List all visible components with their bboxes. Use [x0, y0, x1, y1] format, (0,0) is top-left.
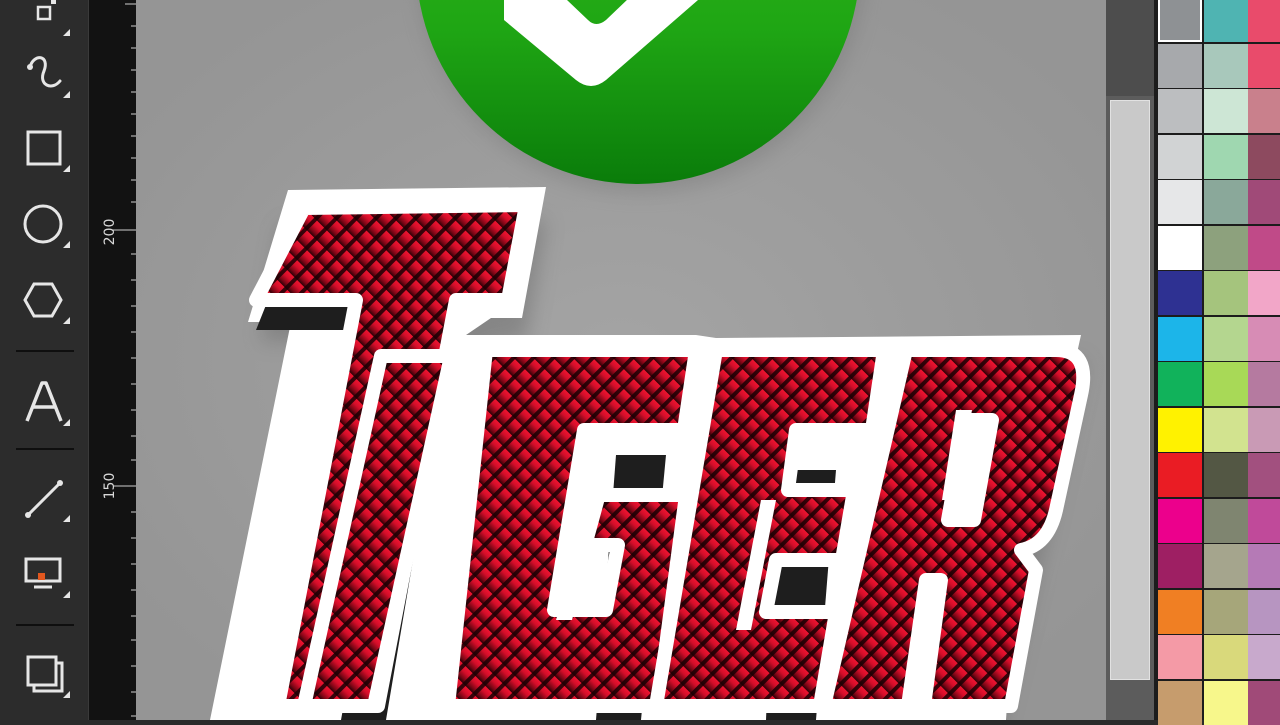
- color-swatch[interactable]: [1248, 453, 1280, 497]
- color-swatch[interactable]: [1248, 362, 1280, 406]
- shape-edit-tool[interactable]: [14, 0, 76, 42]
- vertical-scrollbar[interactable]: [1106, 0, 1154, 720]
- color-swatch[interactable]: [1204, 635, 1248, 679]
- drawing-canvas[interactable]: [136, 0, 1106, 720]
- color-swatch[interactable]: [1158, 89, 1202, 133]
- color-swatch[interactable]: [1204, 134, 1248, 179]
- toolbox-divider: [16, 448, 74, 450]
- color-swatch[interactable]: [1204, 407, 1248, 452]
- flyout-indicator: [63, 317, 70, 324]
- polygon-tool[interactable]: [14, 270, 76, 330]
- ellipse-tool[interactable]: [14, 194, 76, 254]
- flyout-indicator: [63, 419, 70, 426]
- color-swatch[interactable]: [1158, 544, 1202, 588]
- freehand-tool[interactable]: [14, 44, 76, 104]
- color-swatch[interactable]: [1204, 589, 1248, 634]
- color-swatch[interactable]: [1204, 544, 1248, 588]
- color-swatch[interactable]: [1204, 43, 1248, 88]
- color-swatch[interactable]: [1204, 0, 1248, 42]
- flyout-indicator: [63, 91, 70, 98]
- toolbox: [0, 0, 88, 720]
- vertical-ruler[interactable]: [88, 0, 137, 720]
- color-swatch[interactable]: [1204, 680, 1248, 725]
- color-swatch[interactable]: [1158, 180, 1202, 224]
- color-swatch[interactable]: [1204, 362, 1248, 406]
- color-swatch[interactable]: [1248, 0, 1280, 42]
- flyout-indicator: [63, 165, 70, 172]
- color-swatch[interactable]: [1248, 589, 1280, 634]
- color-swatch[interactable]: [1248, 134, 1280, 179]
- toolbox-divider: [16, 350, 74, 352]
- color-swatch[interactable]: [1248, 407, 1280, 452]
- color-swatch[interactable]: [1204, 225, 1248, 270]
- color-swatch[interactable]: [1204, 498, 1248, 543]
- flyout-indicator: [63, 691, 70, 698]
- color-swatch[interactable]: [1248, 635, 1280, 679]
- transparency-tool[interactable]: [14, 644, 76, 704]
- scrollbar-thumb[interactable]: [1110, 100, 1150, 680]
- color-swatch[interactable]: [1204, 271, 1248, 315]
- color-swatch[interactable]: [1158, 498, 1202, 543]
- color-palette: [1154, 0, 1280, 725]
- color-swatch[interactable]: [1158, 316, 1202, 361]
- text-tool[interactable]: [14, 372, 76, 432]
- flyout-indicator: [63, 29, 70, 36]
- color-swatch[interactable]: [1158, 43, 1202, 88]
- color-swatch[interactable]: [1204, 180, 1248, 224]
- flyout-indicator: [63, 241, 70, 248]
- color-swatch[interactable]: [1158, 453, 1202, 497]
- color-swatch[interactable]: [1158, 0, 1202, 42]
- color-swatch[interactable]: [1204, 316, 1248, 361]
- color-swatch[interactable]: [1248, 680, 1280, 725]
- rectangle-tool[interactable]: [14, 118, 76, 178]
- color-swatch[interactable]: [1248, 544, 1280, 588]
- color-swatch[interactable]: [1158, 271, 1202, 315]
- ruler-label-200: 200: [102, 218, 118, 246]
- flyout-indicator: [63, 515, 70, 522]
- flyout-indicator: [63, 591, 70, 598]
- color-swatch[interactable]: [1248, 498, 1280, 543]
- ruler-label-150: 150: [102, 472, 118, 500]
- toolbox-divider: [16, 624, 74, 626]
- color-swatch[interactable]: [1248, 43, 1280, 88]
- color-swatch[interactable]: [1248, 180, 1280, 224]
- color-swatch[interactable]: [1248, 316, 1280, 361]
- color-swatch[interactable]: [1158, 362, 1202, 406]
- color-swatch[interactable]: [1158, 589, 1202, 634]
- color-swatch[interactable]: [1248, 271, 1280, 315]
- interactive-fill-tool[interactable]: [14, 544, 76, 604]
- scrollbar-track-upper[interactable]: [1106, 0, 1154, 96]
- color-swatch[interactable]: [1204, 89, 1248, 133]
- color-swatch[interactable]: [1158, 680, 1202, 725]
- color-swatch[interactable]: [1204, 453, 1248, 497]
- color-swatch[interactable]: [1248, 89, 1280, 133]
- artwork: [136, 0, 1106, 720]
- color-swatch[interactable]: [1158, 225, 1202, 270]
- color-swatch[interactable]: [1248, 225, 1280, 270]
- color-swatch[interactable]: [1158, 407, 1202, 452]
- ruler-ticks: [113, 3, 137, 717]
- dimension-tool[interactable]: [14, 468, 76, 528]
- color-swatch[interactable]: [1158, 635, 1202, 679]
- color-swatch[interactable]: [1158, 134, 1202, 179]
